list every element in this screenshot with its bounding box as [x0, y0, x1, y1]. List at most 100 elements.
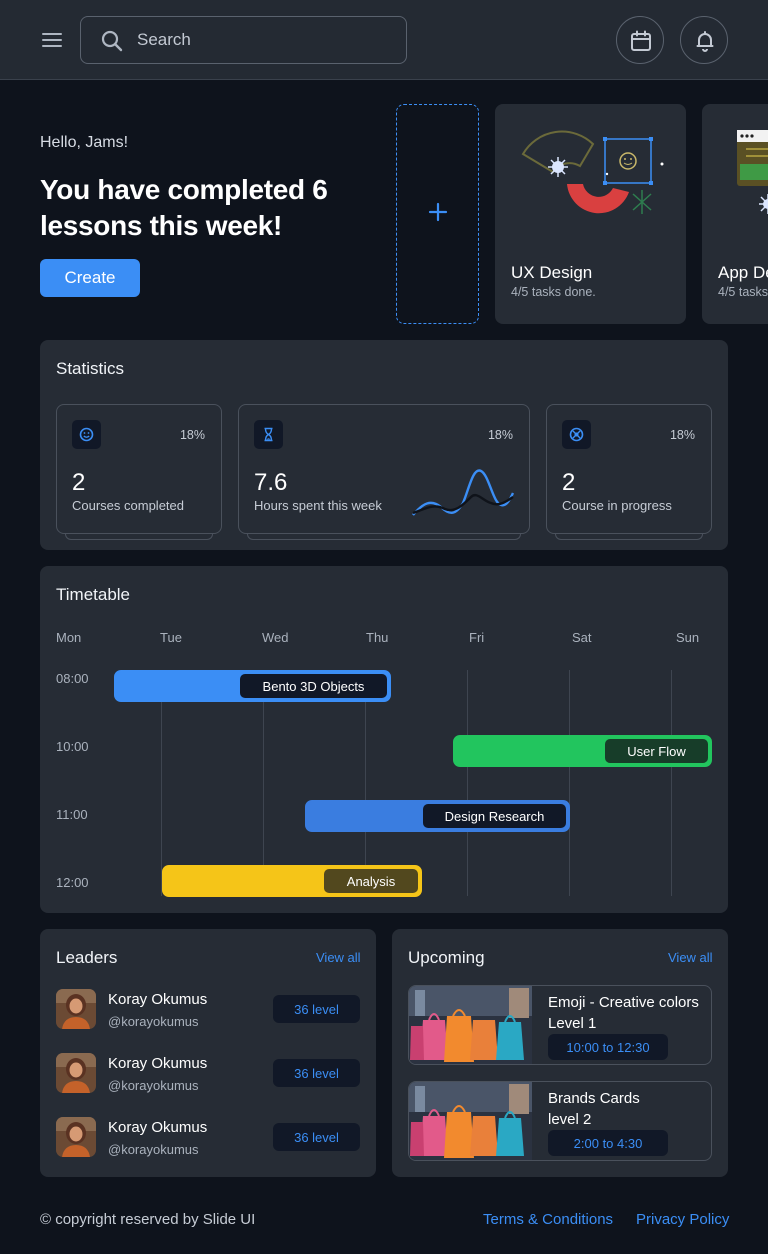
day-label: Fri — [469, 630, 485, 645]
level-badge: 36 level — [273, 995, 360, 1023]
plus-icon — [428, 202, 448, 222]
upcoming-card[interactable]: Emoji - Creative colors Level 1 10:00 to… — [408, 985, 712, 1065]
copyright-text: © copyright reserved by Slide UI — [40, 1211, 256, 1228]
app-illustration — [737, 130, 768, 214]
statistics-title: Statistics — [56, 359, 125, 378]
statistics-panel: Statistics 18% 2 Courses completed 18% 7… — [40, 340, 728, 550]
day-label: Wed — [262, 630, 289, 645]
hours-sparkline — [412, 469, 515, 516]
bell-icon — [696, 31, 714, 52]
leaders-panel: Leaders View all Koray Okumus @korayokum… — [40, 929, 376, 1177]
stat-percent: 18% — [669, 428, 695, 442]
greeting: Hello, Jams! — [40, 134, 129, 151]
upcoming-card[interactable]: Brands Cards level 2 2:00 to 4:30 — [408, 1081, 712, 1161]
level-badge: 36 level — [273, 1123, 360, 1151]
terms-link[interactable]: Terms & Conditions — [483, 1211, 613, 1228]
time-label: 12:00 — [56, 875, 89, 890]
event-label: User Flow — [605, 739, 708, 763]
leader-name: Koray Okumus — [108, 1119, 208, 1136]
smile-icon — [72, 420, 101, 449]
leader-row[interactable]: Koray Okumus @korayokumus 36 level — [56, 1117, 360, 1157]
top-bar — [0, 0, 768, 80]
stat-value: 2 — [72, 469, 86, 496]
notifications-button[interactable] — [680, 16, 728, 64]
event-bento-3d-objects[interactable]: Bento 3D Objects — [114, 670, 391, 702]
stat-card-courses-completed: 18% 2 Courses completed — [56, 404, 222, 540]
add-course-button[interactable] — [396, 104, 479, 324]
leaders-title: Leaders — [56, 948, 118, 967]
course-progress: 4/5 tasks done. — [511, 285, 596, 299]
search-box[interactable] — [80, 16, 407, 64]
stat-label: Hours spent this week — [254, 498, 382, 513]
event-label: Design Research — [423, 804, 566, 828]
stat-value: 7.6 — [254, 469, 288, 496]
event-label: Bento 3D Objects — [240, 674, 387, 698]
globe-icon — [562, 420, 591, 449]
grid-line — [161, 670, 162, 896]
grid-line — [263, 670, 264, 896]
avatar — [56, 989, 96, 1029]
leader-handle: @korayokumus — [108, 1078, 199, 1093]
hero-title: You have completed 6 lessons this week! — [40, 174, 328, 241]
course-title: App Design — [718, 263, 768, 282]
leader-row[interactable]: Koray Okumus @korayokumus 36 level — [56, 1053, 360, 1093]
time-label: 08:00 — [56, 671, 89, 686]
stat-value: 2 — [562, 469, 576, 496]
level-badge: 36 level — [273, 1059, 360, 1087]
stat-label: Course in progress — [562, 498, 672, 513]
leader-name: Koray Okumus — [108, 991, 208, 1008]
day-label: Tue — [160, 630, 182, 645]
event-label: Analysis — [324, 869, 418, 893]
search-icon — [101, 30, 123, 52]
calendar-button[interactable] — [616, 16, 664, 64]
timetable-panel: Timetable Mon Tue Wed Thu Fri Sat Sun 08… — [40, 566, 728, 913]
course-title: UX Design — [511, 263, 593, 282]
stat-percent: 18% — [487, 428, 513, 442]
bags-thumbnail — [409, 986, 532, 1064]
event-user-flow[interactable]: User Flow — [453, 735, 712, 767]
leaders-view-all-link[interactable]: View all — [316, 950, 361, 965]
upcoming-view-all-link[interactable]: View all — [668, 950, 713, 965]
course-card-ux-design[interactable]: UX Design 4/5 tasks done. — [495, 104, 686, 324]
search-input[interactable] — [137, 17, 387, 63]
card-shadow — [247, 533, 521, 540]
grid-line — [671, 670, 672, 896]
upcoming-title: Upcoming — [408, 948, 485, 967]
bags-thumbnail — [409, 1082, 532, 1160]
card-shadow — [555, 533, 703, 540]
stat-card-course-in-progress: 18% 2 Course in progress — [546, 404, 712, 540]
course-card-app-design[interactable]: App Design 4/5 tasks done. — [702, 104, 768, 324]
grid-line — [569, 670, 570, 896]
create-button[interactable]: Create — [40, 259, 140, 297]
stat-percent: 18% — [179, 428, 205, 442]
upcoming-panel: Upcoming View all Emoji - Creative color… — [392, 929, 728, 1177]
leader-handle: @korayokumus — [108, 1142, 199, 1157]
leader-handle: @korayokumus — [108, 1014, 199, 1029]
leader-name: Koray Okumus — [108, 1055, 208, 1072]
grid-line — [467, 670, 468, 896]
card-shadow — [65, 533, 213, 540]
hourglass-icon — [254, 420, 283, 449]
avatar — [56, 1117, 96, 1157]
stat-label: Courses completed — [72, 498, 184, 513]
menu-icon[interactable] — [40, 28, 64, 52]
time-badge: 10:00 to 12:30 — [548, 1034, 668, 1060]
course-progress: 4/5 tasks done. — [718, 285, 768, 299]
leader-row[interactable]: Koray Okumus @korayokumus 36 level — [56, 989, 360, 1029]
upcoming-title-text: Brands Cards level 2 — [548, 1090, 640, 1128]
calendar-icon — [631, 30, 651, 51]
time-badge: 2:00 to 4:30 — [548, 1130, 668, 1156]
timetable-title: Timetable — [56, 585, 131, 604]
privacy-link[interactable]: Privacy Policy — [636, 1211, 729, 1228]
grid-line — [365, 670, 366, 896]
event-analysis[interactable]: Analysis — [162, 865, 422, 897]
day-label: Sat — [572, 630, 592, 645]
upcoming-title-text: Emoji - Creative colors Level 1 — [548, 994, 699, 1032]
day-label: Thu — [366, 630, 389, 645]
day-label: Mon — [56, 630, 82, 645]
event-design-research[interactable]: Design Research — [305, 800, 570, 832]
time-label: 10:00 — [56, 739, 89, 754]
stat-card-hours-spent: 18% 7.6 Hours spent this week — [238, 404, 530, 540]
ux-illustration — [521, 130, 664, 214]
time-label: 11:00 — [56, 807, 88, 822]
